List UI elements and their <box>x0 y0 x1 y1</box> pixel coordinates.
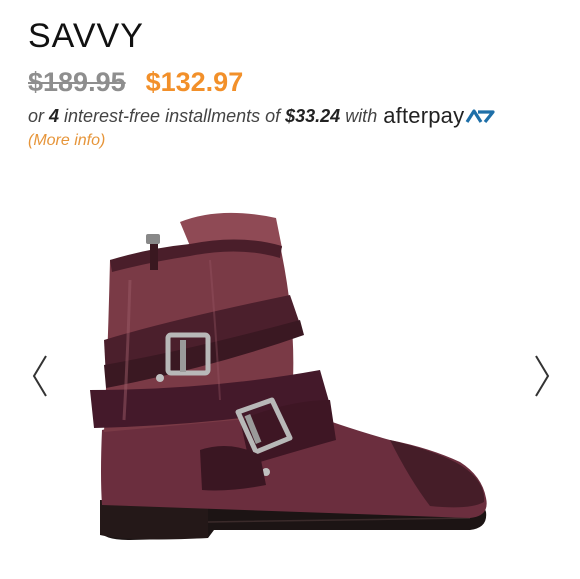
gallery-prev-button[interactable] <box>28 352 52 400</box>
afterpay-logo: afterpay <box>383 103 495 129</box>
chevron-left-icon <box>32 355 47 397</box>
installment-prefix: or <box>28 105 50 126</box>
ankle-boot-image <box>90 212 487 540</box>
installment-amount: $33.24 <box>285 105 341 126</box>
afterpay-arrows-icon <box>465 109 495 123</box>
installment-info: or 4 interest-free installments of $33.2… <box>28 103 495 129</box>
more-info-link[interactable]: (More info) <box>28 132 105 150</box>
product-title: SAVVY <box>28 17 144 55</box>
price-row: $189.95 $132.97 <box>28 62 243 102</box>
installment-middle: interest-free installments of <box>59 105 286 126</box>
gallery-next-button[interactable] <box>530 352 554 400</box>
installment-suffix: with <box>340 105 378 126</box>
installment-count: 4 <box>49 105 60 126</box>
product-image-gallery <box>0 170 580 579</box>
sale-price: $132.97 <box>145 66 244 97</box>
chevron-right-icon <box>535 355 550 397</box>
afterpay-wordmark: afterpay <box>383 103 465 128</box>
original-price: $189.95 <box>28 66 126 97</box>
